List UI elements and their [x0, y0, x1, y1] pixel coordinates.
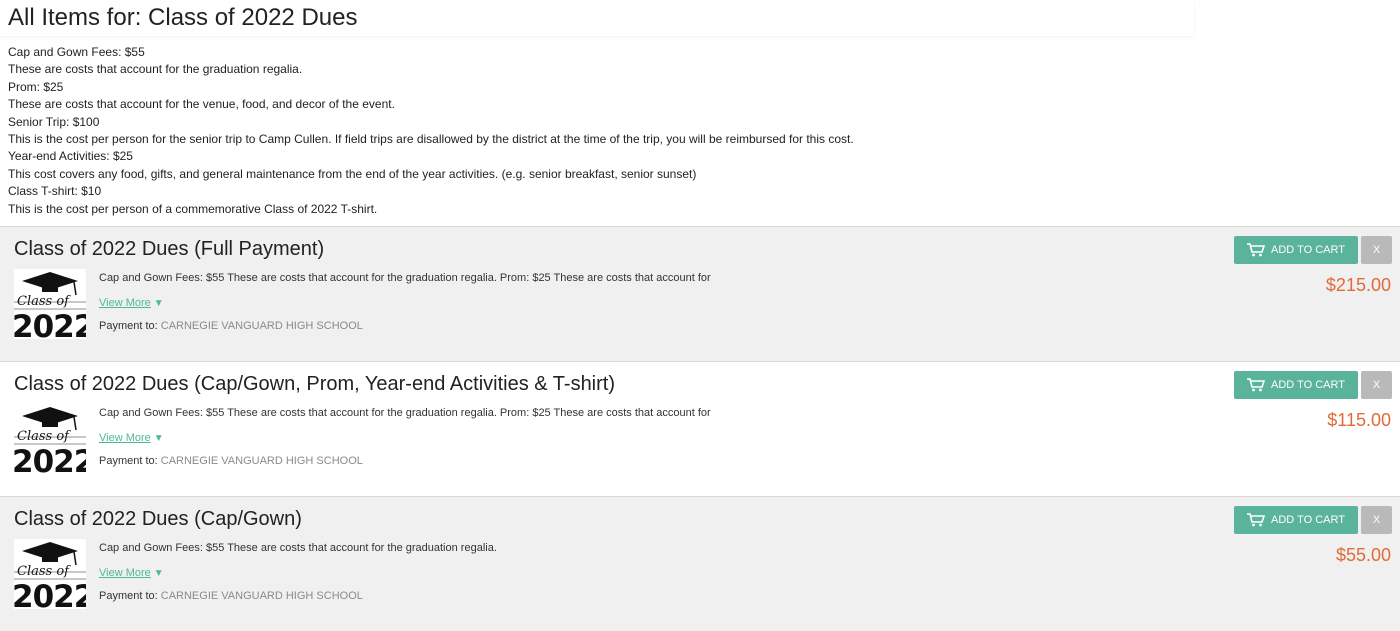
remove-button[interactable]: X — [1361, 371, 1392, 399]
description-line: Cap and Gown Fees: $55 — [8, 45, 145, 59]
add-to-cart-label: ADD TO CART — [1271, 244, 1345, 256]
item-summary: Cap and Gown Fees: $55 These are costs t… — [99, 272, 711, 284]
thumbnail-year-text: 2022 — [14, 309, 86, 339]
product-item-cap-gown-prom-activities-tshirt: Class of 2022 Dues (Cap/Gown, Prom, Year… — [0, 361, 1400, 496]
item-title: Class of 2022 Dues (Cap/Gown, Prom, Year… — [14, 373, 616, 395]
add-to-cart-button[interactable]: ADD TO CART — [1234, 371, 1358, 399]
remove-button[interactable]: X — [1361, 506, 1392, 534]
payment-info: Payment to: CARNEGIE VANGUARD HIGH SCHOO… — [99, 320, 363, 332]
description-line: This is the cost per person for the seni… — [8, 132, 854, 147]
payment-label: Payment to: — [99, 455, 158, 467]
add-to-cart-label: ADD TO CART — [1271, 514, 1345, 526]
item-price: $115.00 — [1327, 410, 1391, 430]
cart-icon — [1247, 378, 1266, 392]
add-to-cart-label: ADD TO CART — [1271, 379, 1345, 391]
product-item-full-payment: Class of 2022 Dues (Full Payment) Class … — [0, 226, 1400, 361]
view-more-link[interactable]: View More ▼ — [99, 567, 164, 579]
description-line: These are costs that account for the gra… — [8, 62, 303, 77]
view-more-label: View More — [99, 297, 151, 309]
thumbnail-script-text: Class of — [17, 564, 71, 579]
thumbnail-script-text: Class of — [17, 294, 71, 309]
add-to-cart-button[interactable]: ADD TO CART — [1234, 506, 1358, 534]
view-more-link[interactable]: View More ▼ — [99, 432, 164, 444]
caret-down-icon: ▼ — [153, 433, 164, 444]
class-of-2022-thumbnail: Class of 2022 — [14, 539, 86, 609]
description-line: This cost covers any food, gifts, and ge… — [8, 166, 697, 181]
view-more-label: View More — [99, 432, 151, 444]
cart-icon — [1247, 243, 1266, 257]
class-of-2022-thumbnail: Class of 2022 — [14, 269, 86, 339]
description-block: Cap and Gown Fees: $55 These are costs t… — [0, 36, 1400, 218]
page-header: All Items for: Class of 2022 Dues — [0, 0, 1194, 36]
view-more-link[interactable]: View More ▼ — [99, 297, 164, 309]
item-title: Class of 2022 Dues (Full Payment) — [14, 238, 325, 260]
description-line: Year-end Activities: $25 — [8, 149, 133, 164]
payment-school: CARNEGIE VANGUARD HIGH SCHOOL — [160, 590, 363, 602]
add-to-cart-button[interactable]: ADD TO CART — [1234, 236, 1358, 264]
page-title: All Items for: Class of 2022 Dues — [8, 4, 358, 31]
thumbnail-year-text: 2022 — [14, 444, 86, 474]
payment-school: CARNEGIE VANGUARD HIGH SCHOOL — [160, 455, 363, 467]
payment-label: Payment to: — [99, 590, 158, 602]
payment-info: Payment to: CARNEGIE VANGUARD HIGH SCHOO… — [99, 590, 363, 602]
item-price: $215.00 — [1325, 275, 1391, 295]
remove-button[interactable]: X — [1361, 236, 1392, 264]
item-title: Class of 2022 Dues (Cap/Gown) — [14, 508, 302, 530]
thumbnail-year-text: 2022 — [14, 579, 86, 609]
product-item-cap-gown: Class of 2022 Dues (Cap/Gown) Class of 2… — [0, 496, 1400, 631]
payment-school: CARNEGIE VANGUARD HIGH SCHOOL — [160, 320, 363, 332]
thumbnail-script-text: Class of — [17, 429, 71, 444]
description-line: Prom: $25 — [8, 79, 64, 94]
view-more-label: View More — [99, 567, 151, 579]
payment-info: Payment to: CARNEGIE VANGUARD HIGH SCHOO… — [99, 455, 363, 467]
caret-down-icon: ▼ — [153, 568, 164, 579]
description-line: Class T-shirt: $10 — [8, 184, 102, 199]
class-of-2022-thumbnail: Class of 2022 — [14, 404, 86, 474]
description-line: Senior Trip: $100 — [8, 114, 100, 129]
description-line: This is the cost per person of a commemo… — [8, 201, 378, 216]
description-line: These are costs that account for the ven… — [8, 97, 395, 112]
cart-icon — [1247, 513, 1266, 527]
caret-down-icon: ▼ — [153, 298, 164, 309]
item-summary: Cap and Gown Fees: $55 These are costs t… — [99, 542, 497, 554]
item-price: $55.00 — [1335, 545, 1391, 565]
payment-label: Payment to: — [99, 320, 158, 332]
item-summary: Cap and Gown Fees: $55 These are costs t… — [99, 407, 711, 419]
